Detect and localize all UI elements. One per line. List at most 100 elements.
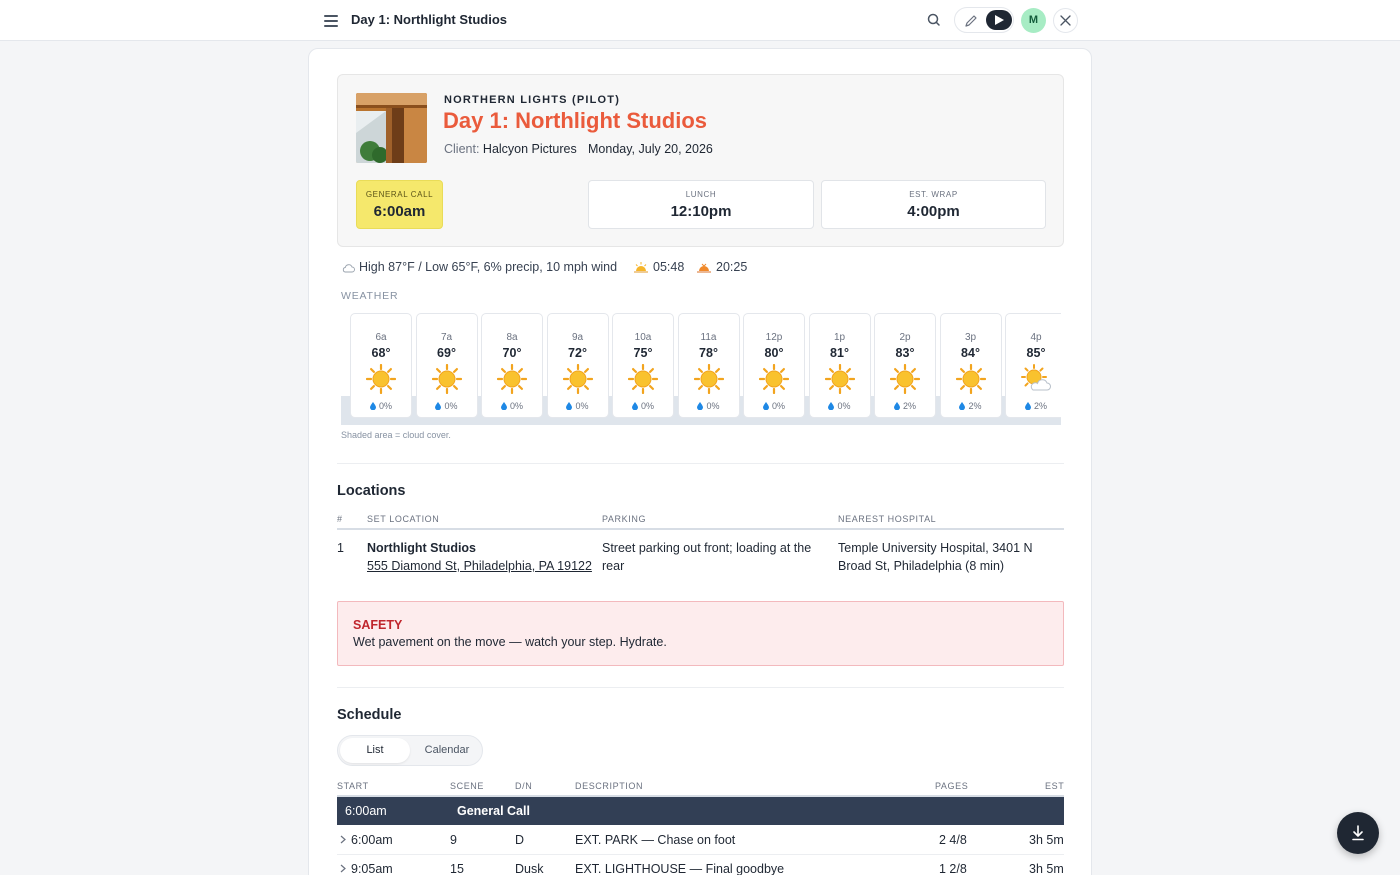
sunset: 20:25 — [697, 260, 747, 274]
mode-toggle — [954, 7, 1014, 33]
hourly-forecast-card: 6a 68° 0% — [350, 313, 412, 418]
download-icon — [1352, 825, 1364, 841]
location-name: Northlight Studios — [367, 541, 477, 555]
sun-icon — [824, 363, 855, 395]
general-call-time: 6:00am — [373, 203, 426, 220]
hospital-text: Broad St, Philadelphia (8 min) — [838, 559, 1005, 573]
row-scene: 9 — [450, 833, 457, 847]
table-header-rule — [337, 528, 1064, 530]
parking-cell: Street parking out front; loading at the… — [602, 539, 811, 575]
hourly-forecast-card: 8a 70° 0% — [481, 313, 543, 418]
top-bar: Day 1: Northlight Studios M — [0, 0, 1400, 41]
row-pages: 2 4/8 — [939, 833, 967, 847]
forecast-temp: 78° — [699, 346, 718, 360]
forecast-hour: 9a — [571, 332, 584, 343]
location-address-link[interactable]: 555 Diamond St, Philadelphia, PA 19122 — [367, 557, 592, 575]
page-title: Day 1: Northlight Studios — [351, 12, 507, 27]
forecast-hour: 1p — [833, 332, 846, 343]
tab-list[interactable]: List — [340, 738, 410, 763]
play-button[interactable] — [986, 10, 1012, 30]
column-header: D/N — [515, 781, 533, 791]
tab-calendar[interactable]: Calendar — [414, 738, 480, 763]
forecast-precip: 0% — [613, 401, 673, 411]
sun-icon — [431, 363, 462, 395]
hourly-forecast-card: 1p 81° 0% — [808, 313, 871, 418]
row-description: EXT. LIGHTHOUSE — Final goodbye — [575, 862, 785, 875]
table-row[interactable]: 9:05am 15 Dusk EXT. LIGHTHOUSE — Final g… — [337, 855, 1064, 875]
row-est: 3h 5m — [1029, 862, 1064, 875]
weather-summary: High 87°F / Low 65°F, 6% precip, 10 mph … — [342, 260, 617, 276]
forecast-temp: 84° — [961, 346, 980, 360]
search-icon[interactable] — [924, 10, 944, 30]
hourly-forecast-card: 7a 69° 0% — [415, 313, 478, 418]
column-header: EST — [1045, 781, 1065, 791]
hourly-forecast-card: 10a 75° 0% — [612, 313, 674, 418]
day-title: Day 1: Northlight Studios — [443, 108, 707, 133]
general-call-label: GENERAL CALL — [365, 190, 434, 199]
forecast-hour: 2p — [899, 332, 911, 343]
hourly-forecast-card: 2p 83° 2% — [874, 313, 936, 418]
forecast-hour: 10a — [634, 332, 652, 343]
client-label: Client: — [444, 142, 480, 156]
schedule-title: Schedule — [337, 707, 402, 723]
wrap-label: EST. WRAP — [909, 190, 958, 199]
forecast-temp: 75° — [633, 346, 653, 360]
forecast-precip: 0% — [482, 401, 542, 411]
raindrop-icon — [762, 401, 772, 411]
sunset-time: 20:25 — [716, 260, 748, 274]
forecast-temp: 81° — [830, 346, 849, 360]
weather-section-label: WEATHER — [341, 290, 399, 302]
precip-value: 0% — [640, 401, 654, 411]
sun-icon — [955, 363, 986, 395]
forecast-temp: 69° — [437, 346, 456, 360]
sun-icon — [496, 363, 528, 395]
call-sheet-card: NORTHERN LIGHTS (PILOT) Day 1: Northligh… — [308, 48, 1092, 875]
download-button[interactable] — [1337, 812, 1379, 854]
raindrop-icon — [893, 401, 903, 411]
precip-value: 0% — [837, 401, 851, 411]
chevron-right-icon — [340, 835, 346, 844]
general-call-row: 6:00am General Call — [337, 797, 1064, 825]
forecast-note: Shaded area = cloud cover. — [341, 430, 451, 440]
close-button[interactable] — [1053, 8, 1078, 33]
row-scene: 15 — [450, 862, 464, 875]
lunch-box: LUNCH 12:10pm — [588, 180, 814, 229]
sun-icon — [365, 363, 397, 395]
forecast-hour: 12p — [765, 332, 783, 343]
forecast-hour: 3p — [964, 332, 977, 343]
precip-value: 0% — [771, 401, 785, 411]
avatar[interactable]: M — [1021, 8, 1046, 33]
hospital-cell: Temple University Hospital, 3401 N Broad… — [838, 539, 1033, 575]
column-header: SET LOCATION — [367, 514, 440, 524]
forecast-hour: 11a — [700, 332, 717, 343]
locations-title: Locations — [337, 483, 406, 499]
precip-value: 2% — [1033, 401, 1047, 411]
row-start: 6:00am — [351, 833, 393, 847]
chevron-right-icon — [340, 864, 346, 873]
forecast-precip: 2% — [1006, 401, 1061, 411]
location-number: 1 — [337, 541, 344, 555]
partly-cloudy-icon — [1021, 364, 1051, 394]
precip-value: 2% — [902, 401, 916, 411]
table-row[interactable]: 6:00am 9 D EXT. PARK — Chase on foot 2 4… — [337, 826, 1064, 855]
forecast-temp: 80° — [764, 346, 784, 360]
sunset-icon — [697, 263, 711, 273]
column-header: PAGES — [935, 781, 969, 791]
forecast-temp: 85° — [1026, 346, 1046, 360]
precip-value: 2% — [968, 401, 982, 411]
raindrop-icon — [631, 401, 641, 411]
call-row-time: 6:00am — [345, 804, 387, 818]
sun-icon — [889, 363, 921, 395]
sunrise: 05:48 — [634, 260, 684, 274]
edit-icon[interactable] — [963, 13, 979, 29]
column-header: NEAREST HOSPITAL — [838, 514, 937, 524]
row-description: EXT. PARK — Chase on foot — [575, 833, 736, 847]
sun-icon — [627, 363, 659, 395]
divider — [337, 463, 1064, 464]
forecast-temp: 70° — [502, 346, 522, 360]
column-header: SCENE — [450, 781, 485, 791]
sunrise-time: 05:48 — [653, 260, 685, 274]
menu-icon[interactable] — [322, 12, 340, 30]
forecast-precip: 2% — [941, 401, 1001, 411]
column-header: # — [337, 514, 343, 524]
